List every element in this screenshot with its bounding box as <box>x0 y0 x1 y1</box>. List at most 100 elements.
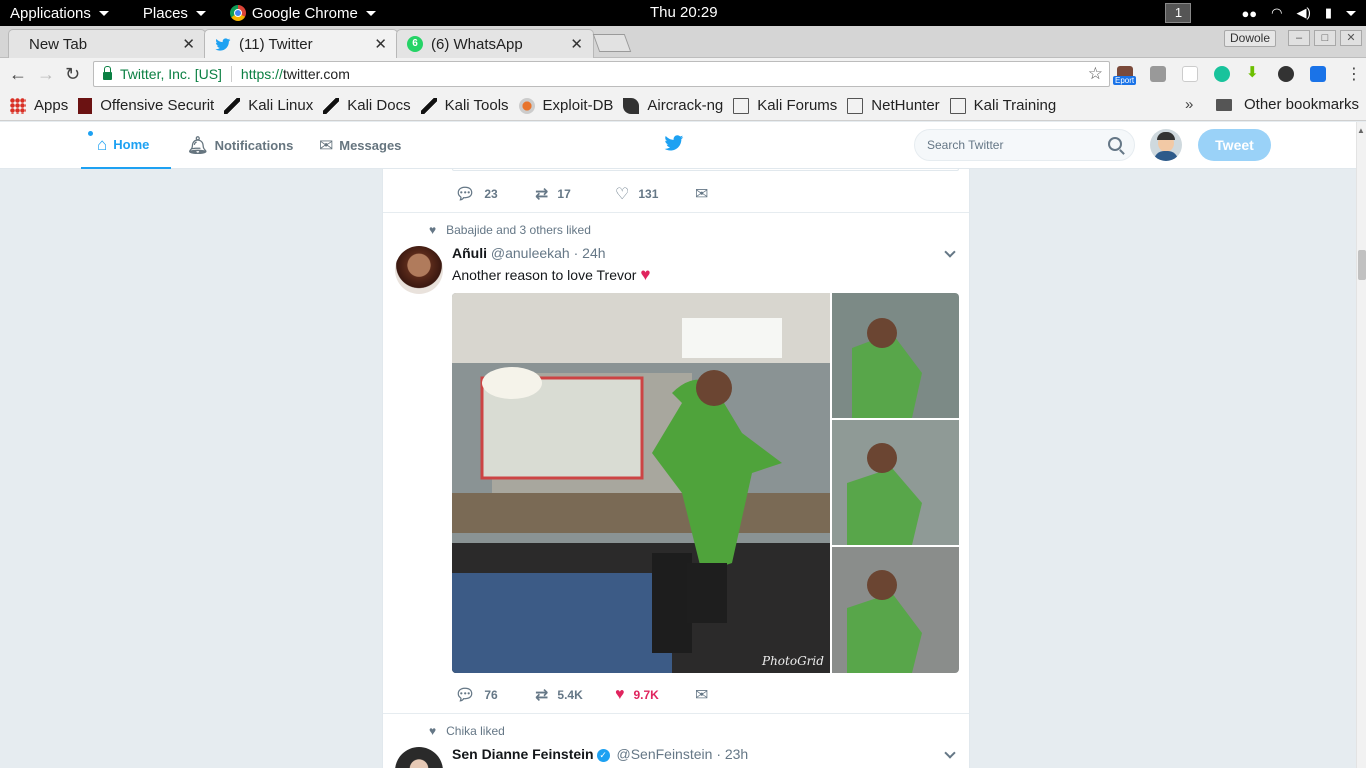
bookmark-kali-training[interactable]: Kali Training <box>949 97 1056 114</box>
reload-icon[interactable]: ↻ <box>65 64 80 85</box>
tweet-timestamp[interactable]: · 24h <box>574 245 606 261</box>
minimize-button[interactable]: – <box>1288 30 1310 46</box>
system-menu-caret-icon[interactable] <box>1346 10 1356 16</box>
like-button[interactable]: ♥ 9.7K <box>615 686 695 704</box>
workspace-indicator[interactable]: 1 <box>1165 3 1192 23</box>
page-icon <box>847 97 864 114</box>
tab-twitter[interactable]: (11) Twitter ✕ <box>204 29 398 59</box>
nav-notifications[interactable]: 🔔︎ Notifications <box>187 122 293 169</box>
bookmark-exploit-db[interactable]: Exploit-DB <box>518 97 613 114</box>
forward-arrow-icon[interactable]: → <box>37 64 55 85</box>
reply-button[interactable]: 💬︎ 76 <box>455 685 535 705</box>
search-icon[interactable] <box>1108 137 1122 151</box>
bookmark-kali-tools[interactable]: Kali Tools <box>420 97 509 114</box>
home-icon: ⌂ <box>97 134 108 154</box>
export-badge: Eport <box>1113 76 1137 85</box>
bookmark-star-icon[interactable]: ☆ <box>1088 64 1103 84</box>
site-identity[interactable]: Twitter, Inc. [US] <box>120 66 222 82</box>
battery-icon[interactable]: ▮ <box>1325 5 1332 21</box>
user-fullname[interactable]: Sen Dianne Feinstein <box>452 746 594 762</box>
tab-whatsapp[interactable]: 6 (6) WhatsApp ✕ <box>396 29 594 58</box>
like-count: 9.7K <box>633 688 659 702</box>
new-tab-button[interactable] <box>592 34 632 52</box>
places-menu[interactable]: Places <box>133 0 216 26</box>
bookmark-label: Apps <box>34 97 69 114</box>
user-fullname[interactable]: Añuli <box>452 245 487 261</box>
close-icon[interactable]: ✕ <box>570 35 583 53</box>
retweet-icon: ⇄ <box>535 687 549 704</box>
bookmarks-overflow-button[interactable]: » <box>1185 96 1193 113</box>
close-window-button[interactable]: ✕ <box>1340 30 1362 46</box>
page-scrollbar[interactable]: ▲ <box>1356 122 1366 768</box>
user-handle[interactable]: @anuleekah <box>491 245 570 261</box>
code-extension-icon[interactable] <box>1310 66 1326 82</box>
tweet-header: Añuli @anuleekah · 24h <box>452 245 606 261</box>
record-extension-icon[interactable] <box>1278 66 1294 82</box>
tab-label: New Tab <box>29 35 88 53</box>
back-arrow-icon[interactable]: ← <box>9 64 27 85</box>
search-input[interactable]: Search Twitter <box>914 129 1135 161</box>
caret-down-icon <box>98 10 109 16</box>
photo-grid[interactable]: PhotoGrid <box>452 293 959 673</box>
download-arrow-icon[interactable]: ⬇ <box>1246 63 1262 81</box>
dm-button[interactable]: ✉ <box>695 184 717 204</box>
avatar[interactable] <box>395 246 443 294</box>
heart-filled-icon: ♥ <box>615 686 625 703</box>
retweet-button[interactable]: ⇄ 17 <box>535 184 615 204</box>
bookmark-offensive-security[interactable]: Offensive Securit <box>78 97 214 114</box>
me-extension-icon[interactable] <box>1150 66 1166 82</box>
tweet-button[interactable]: Tweet <box>1198 129 1271 161</box>
retweet-button[interactable]: ⇄ 5.4K <box>535 685 615 705</box>
nav-label: Notifications <box>214 138 294 153</box>
page-icon <box>949 97 966 114</box>
other-bookmarks[interactable]: Other bookmarks <box>1216 96 1359 113</box>
tweet-timestamp[interactable]: · 23h <box>716 746 748 762</box>
dm-button[interactable]: ✉ <box>695 685 717 705</box>
user-handle[interactable]: @SenFeinstein <box>616 746 712 762</box>
applications-menu[interactable]: Applications <box>0 0 119 26</box>
caret-down-icon <box>365 10 376 16</box>
bookmark-nethunter[interactable]: NetHunter <box>847 97 940 114</box>
scroll-thumb[interactable] <box>1358 250 1366 280</box>
bookmark-label: Kali Docs <box>347 97 411 114</box>
scroll-up-arrow-icon[interactable]: ▲ <box>1357 126 1365 135</box>
exploit-db-icon <box>518 97 535 114</box>
menu-kebab-icon[interactable]: ⋮ <box>1346 64 1362 84</box>
wifi-icon[interactable]: ◠ <box>1271 5 1282 21</box>
divider <box>383 713 969 714</box>
volume-icon[interactable]: ◀) <box>1297 5 1311 21</box>
nav-home[interactable]: ⌂ Home <box>81 122 171 169</box>
url-scheme: https:// <box>240 66 283 82</box>
nav-messages[interactable]: ✉ Messages <box>319 122 401 169</box>
bookmark-apps[interactable]: Apps <box>10 97 68 114</box>
chevron-down-icon[interactable] <box>944 246 956 258</box>
m-extension-icon[interactable] <box>1214 66 1230 82</box>
tweet-media[interactable]: PhotoGrid <box>452 293 959 673</box>
active-app-menu[interactable]: Google Chrome <box>220 0 386 26</box>
twitter-logo-icon[interactable] <box>664 135 684 152</box>
avatar[interactable] <box>1150 129 1182 161</box>
close-icon[interactable]: ✕ <box>182 35 195 53</box>
video-icon[interactable]: ●● <box>1241 6 1257 21</box>
retweet-count: 5.4K <box>557 688 583 702</box>
kali-dragon-icon <box>323 97 340 114</box>
bookmark-kali-forums[interactable]: Kali Forums <box>733 97 837 114</box>
avatar[interactable] <box>395 747 443 768</box>
chevron-down-icon[interactable] <box>944 747 956 759</box>
profile-button[interactable]: Dowole <box>1224 30 1277 47</box>
blank-extension-icon[interactable] <box>1182 66 1198 82</box>
address-bar[interactable]: Twitter, Inc. [US] https://twitter.com ☆ <box>93 61 1110 87</box>
bookmark-kali-docs[interactable]: Kali Docs <box>323 97 411 114</box>
close-icon[interactable]: ✕ <box>374 35 387 53</box>
clock[interactable]: Thu 20:29 <box>650 4 718 21</box>
maximize-button[interactable]: □ <box>1314 30 1336 46</box>
bookmark-kali-linux[interactable]: Kali Linux <box>224 97 313 114</box>
tab-new-tab[interactable]: New Tab ✕ <box>8 29 206 58</box>
tweet-context[interactable]: ♥ Chika liked <box>429 724 505 738</box>
reply-button[interactable]: 💬︎ 23 <box>455 184 535 204</box>
tweet-context[interactable]: ♥ Babajide and 3 others liked <box>429 223 591 237</box>
bookmark-aircrack-ng[interactable]: Aircrack-ng <box>623 97 723 114</box>
bell-icon: 🔔︎ <box>187 135 209 155</box>
nav-label: Messages <box>339 138 402 153</box>
like-button[interactable]: ♡ 131 <box>615 184 695 204</box>
